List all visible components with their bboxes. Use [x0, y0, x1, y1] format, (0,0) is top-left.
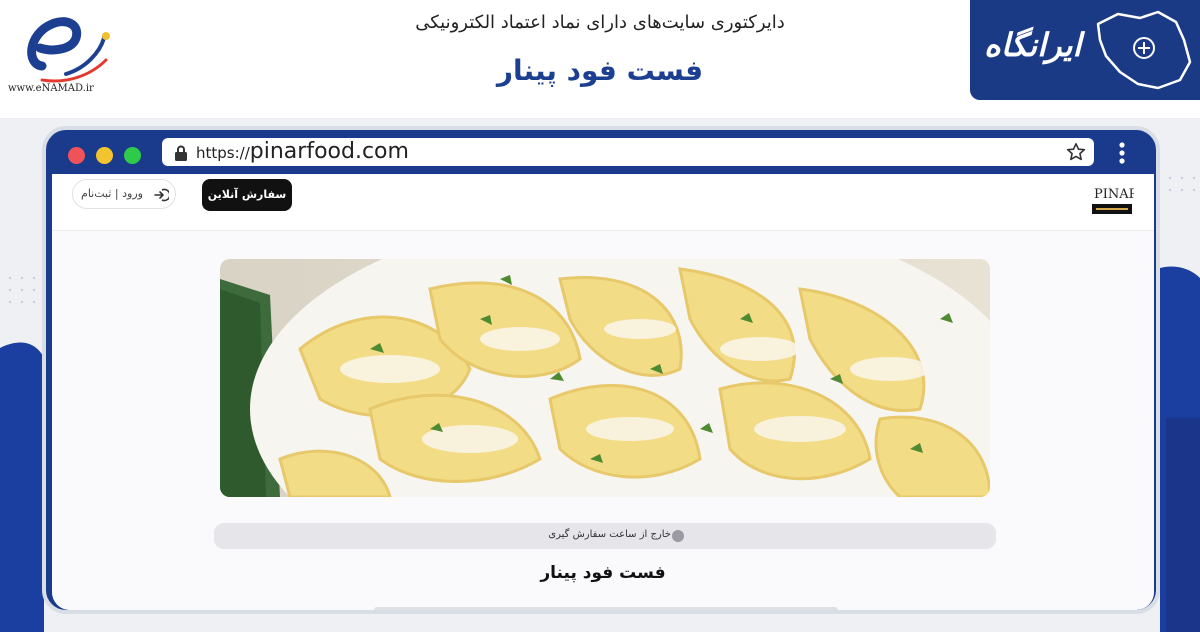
status-dot — [672, 530, 684, 542]
page-viewport: ورود | ثبت‌نام سفارش آنلاین PINAR — [52, 174, 1154, 610]
star-icon[interactable] — [1066, 142, 1086, 162]
order-status-bar: خارج از ساعت سفارش گیری — [214, 523, 996, 549]
address-bar[interactable]: https://pinarfood.com — [162, 138, 1094, 166]
login-icon — [154, 188, 169, 202]
kebab-menu-icon[interactable] — [1118, 142, 1126, 164]
brand-name: ایرانگاه — [984, 26, 1082, 64]
top-banner: www.eNAMAD.ir دایرکتوری سایت‌های دارای ن… — [0, 0, 1200, 118]
pinar-logo[interactable]: PINAR — [1090, 178, 1134, 218]
url-domain: pinarfood.com — [249, 139, 409, 164]
online-order-button[interactable]: سفارش آنلاین — [202, 179, 292, 211]
login-label: ورود | ثبت‌نام — [81, 187, 143, 200]
page-title: فست فود پینار — [496, 54, 704, 87]
status-text: خارج از ساعت سفارش گیری — [548, 529, 671, 540]
directory-title: دایرکتوری سایت‌های دارای نماد اعتماد الک… — [415, 12, 785, 33]
browser-window: https://pinarfood.com ورود | ثبت‌نام سفا… — [42, 126, 1160, 614]
enamad-url: www.eNAMAD.ir — [8, 83, 94, 94]
irangah-brand[interactable]: ایرانگاه — [970, 0, 1200, 100]
lock-icon — [175, 145, 187, 161]
page-content: خارج از ساعت سفارش گیری فست فود پینار — [52, 231, 1154, 610]
site-header: ورود | ثبت‌نام سفارش آنلاین PINAR — [52, 174, 1154, 231]
restaurant-name: فست فود پینار — [540, 563, 666, 583]
content-divider — [374, 607, 838, 610]
hero-food-image — [220, 259, 990, 497]
login-register-button[interactable]: ورود | ثبت‌نام — [72, 179, 176, 209]
logo-text: PINAR — [1094, 187, 1134, 202]
url-protocol: https:// — [196, 144, 250, 162]
order-button-label: سفارش آنلاین — [207, 188, 287, 201]
close-window-button[interactable] — [68, 147, 85, 164]
maximize-window-button[interactable] — [124, 147, 141, 164]
iran-map-icon — [1096, 10, 1192, 90]
minimize-window-button[interactable] — [96, 147, 113, 164]
url-text: https://pinarfood.com — [196, 139, 409, 166]
